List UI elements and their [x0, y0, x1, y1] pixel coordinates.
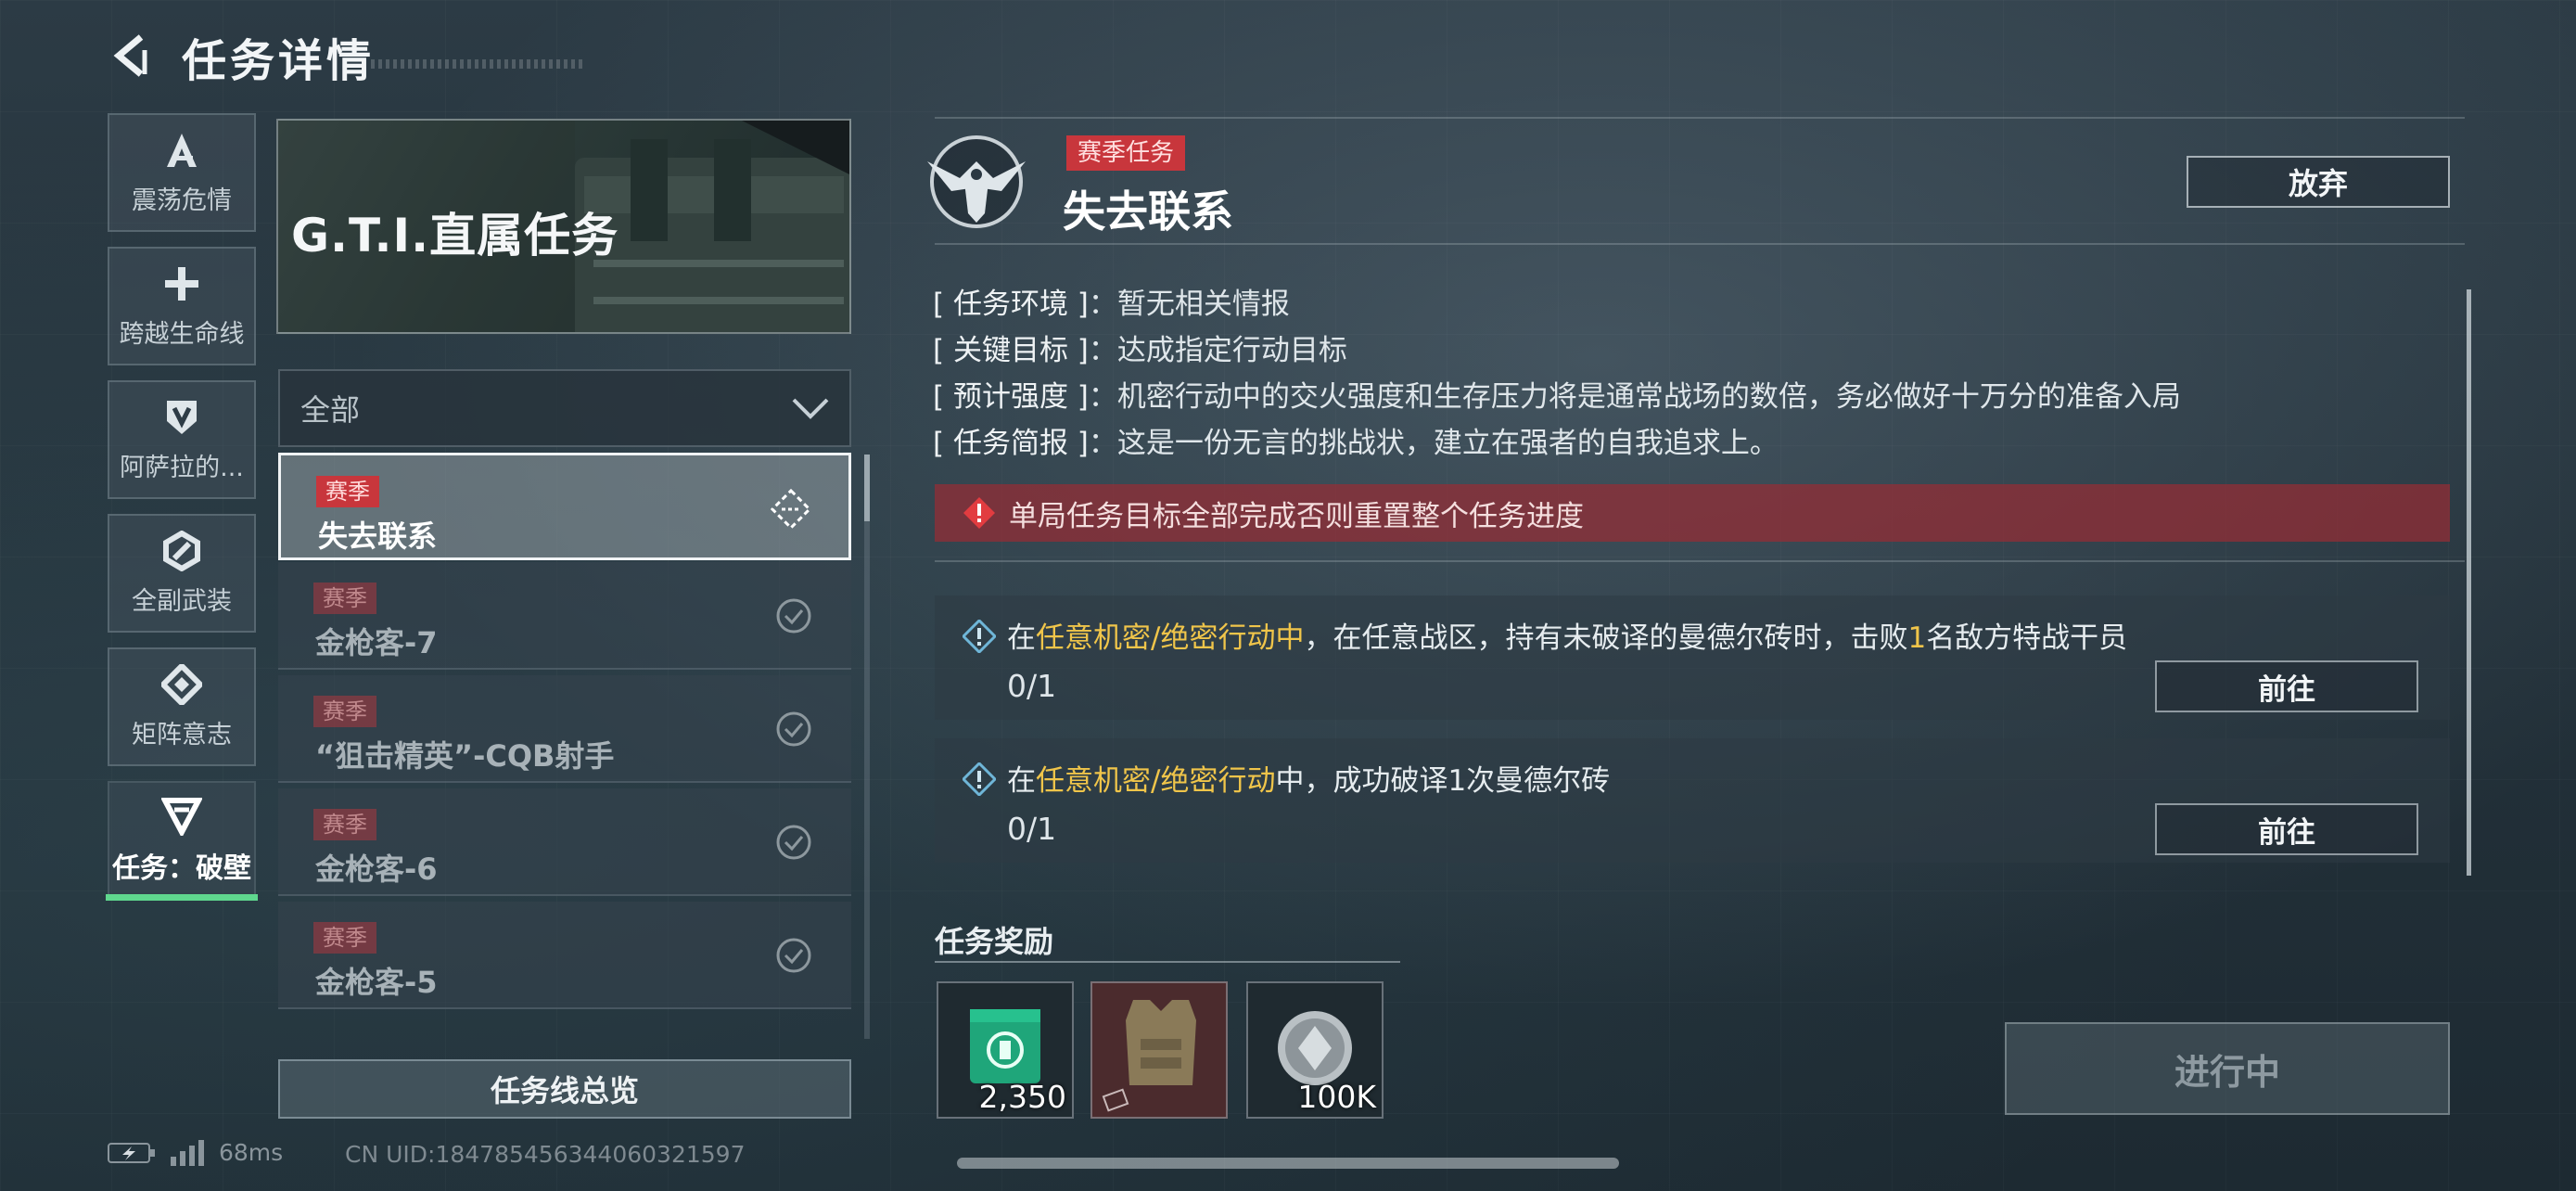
reward-item[interactable]: 2,350: [937, 981, 1074, 1119]
task-name: “狙击精英”-CQB射手: [315, 738, 615, 774]
task-list-item[interactable]: 赛季 金枪客-5: [278, 902, 851, 1009]
page-title: 任务详情: [182, 35, 376, 87]
check-badge-icon: [776, 825, 811, 860]
task-name: 失去联系: [318, 519, 438, 554]
info-key: [ 预计强度 ]: [933, 380, 1089, 414]
divider: [935, 560, 2465, 562]
triangle-icon: [161, 798, 202, 836]
reward-amount: 2,350: [978, 1079, 1066, 1115]
warning-icon: [963, 497, 995, 529]
objective-diamond-icon: [963, 620, 996, 653]
divider: [935, 243, 2465, 245]
info-row-intensity: [ 预计强度 ]：机密行动中的交火强度和生存压力将是通常战场的数倍，务必做好十万…: [933, 380, 2181, 414]
season-tag: 赛季: [313, 809, 376, 840]
back-button[interactable]: [104, 28, 159, 83]
nav-item-juzhen[interactable]: 矩阵意志: [108, 647, 256, 766]
eagle-emblem-icon: [927, 135, 1026, 228]
title-decoration: [371, 59, 584, 69]
hex-slash-icon: [163, 530, 200, 571]
season-tag: 赛季: [313, 696, 376, 727]
task-name: 金枪客-6: [315, 852, 438, 887]
season-tag: 赛季: [313, 922, 376, 954]
objective-diamond-icon: [963, 762, 996, 796]
task-list-item[interactable]: 赛季 “狙击精英”-CQB射手: [278, 675, 851, 783]
info-value: 机密行动中的交火强度和生存压力将是通常战场的数倍，务必做好十万分的准备入局: [1116, 380, 2181, 414]
info-row-environment: [ 任务环境 ]：暂无相关情报: [933, 288, 1290, 321]
info-value: 暂无相关情报: [1116, 288, 1290, 321]
task-name: 金枪客-5: [315, 965, 438, 1000]
objective-progress: 0/1: [1007, 668, 1057, 704]
goto-button[interactable]: 前往: [2155, 803, 2418, 855]
banner-title: G.T.I.直属任务: [291, 209, 619, 263]
objective-text: 在任意机密/绝密行动中，成功破译1次曼德尔砖: [1007, 764, 1611, 798]
in-progress-icon: [771, 489, 811, 530]
nav-active-indicator: [106, 894, 258, 901]
divider: [935, 117, 2465, 119]
plus-icon: [165, 266, 198, 301]
task-name: 金枪客-7: [315, 625, 438, 660]
detail-scrollbar[interactable]: [2467, 289, 2471, 876]
diamond-icon: [161, 663, 202, 705]
task-list-scroll-thumb[interactable]: [864, 455, 870, 521]
status-bar: 68ms: [108, 1139, 283, 1166]
chevron-left-icon: [113, 34, 147, 77]
objective-progress: 0/1: [1007, 811, 1057, 847]
nav-label: 任务：破壁: [112, 852, 251, 885]
armor-vest-icon: [1092, 983, 1226, 1117]
reward-amount: 100K: [1297, 1079, 1376, 1115]
task-list-item[interactable]: 赛季 金枪客-6: [278, 788, 851, 896]
check-badge-icon: [776, 598, 811, 634]
nav-label: 震荡危情: [132, 186, 232, 215]
info-key: [ 任务环境 ]: [933, 288, 1089, 321]
reward-item[interactable]: 100K: [1246, 981, 1384, 1119]
horizontal-scroll-indicator[interactable]: [957, 1158, 1619, 1169]
warning-text: 单局任务目标全部完成否则重置整个任务进度: [1009, 499, 1584, 533]
nav-item-pobi[interactable]: 任务：破壁: [108, 781, 256, 900]
season-tag: 赛季: [313, 583, 376, 614]
battery-charging-icon: [108, 1142, 155, 1163]
in-progress-button: 进行中: [2005, 1022, 2450, 1115]
task-line-banner: G.T.I.直属任务: [276, 119, 851, 334]
task-list-item[interactable]: 赛季 失去联系: [278, 453, 851, 560]
uid-text: CN UID:1847854563440603215​97: [345, 1141, 746, 1168]
info-value: 这是一份无言的挑战状，建立在强者的自我追求上。: [1116, 427, 1779, 460]
task-list-item[interactable]: 赛季 金枪客-7: [278, 562, 851, 670]
filter-value: 全部: [300, 392, 361, 428]
ping-text: 68ms: [219, 1139, 284, 1166]
info-key: [ 任务简报 ]: [933, 427, 1089, 460]
objective-card: 在任意机密/绝密行动中，在任意战区，持有未破译的曼德尔砖时，击败1名敌方特战干员…: [935, 596, 2450, 720]
task-filter-dropdown[interactable]: 全部: [278, 369, 851, 447]
season-tag: 赛季: [316, 476, 379, 507]
info-row-briefing: [ 任务简报 ]：这是一份无言的挑战状，建立在强者的自我追求上。: [933, 427, 1779, 460]
abandon-button[interactable]: 放弃: [2187, 156, 2450, 208]
a-shape-icon: [167, 133, 197, 167]
task-title: 失去联系: [1063, 186, 1233, 237]
shield-v-icon: [167, 400, 197, 434]
info-value: 达成指定行动目标: [1116, 334, 1347, 367]
check-badge-icon: [776, 938, 811, 973]
reset-warning-banner: 单局任务目标全部完成否则重置整个任务进度: [935, 484, 2450, 542]
nav-label: 跨越生命线: [119, 319, 245, 349]
goto-button[interactable]: 前往: [2155, 660, 2418, 712]
chevron-down-icon: [792, 398, 829, 419]
task-line-overview-button[interactable]: 任务线总览: [278, 1059, 851, 1119]
nav-label: 全副武装: [132, 586, 232, 616]
task-list-scrollbar[interactable]: [864, 455, 870, 1039]
season-task-tag: 赛季任务: [1066, 135, 1186, 171]
info-row-key-target: [ 关键目标 ]：达成指定行动目标: [933, 334, 1347, 367]
reward-item[interactable]: [1090, 981, 1228, 1119]
reward-title: 任务奖励: [935, 924, 1054, 959]
nav-label: 阿萨拉的...: [120, 453, 244, 482]
objective-text: 在任意机密/绝密行动中，在任意战区，持有未破译的曼德尔砖时，击败1名敌方特战干员: [1007, 621, 2128, 655]
info-key: [ 关键目标 ]: [933, 334, 1089, 367]
nav-item-zhendang[interactable]: 震荡危情: [108, 113, 256, 232]
signal-icon: [171, 1139, 204, 1166]
nav-label: 矩阵意志: [132, 720, 232, 749]
reward-underline: [935, 961, 1400, 963]
check-badge-icon: [776, 711, 811, 747]
objective-card: 在任意机密/绝密行动中，成功破译1次曼德尔砖 0/1 前往: [935, 738, 2450, 863]
nav-item-kuayue[interactable]: 跨越生命线: [108, 247, 256, 365]
nav-item-quanfu[interactable]: 全副武装: [108, 514, 256, 633]
nav-item-asala[interactable]: 阿萨拉的...: [108, 380, 256, 499]
